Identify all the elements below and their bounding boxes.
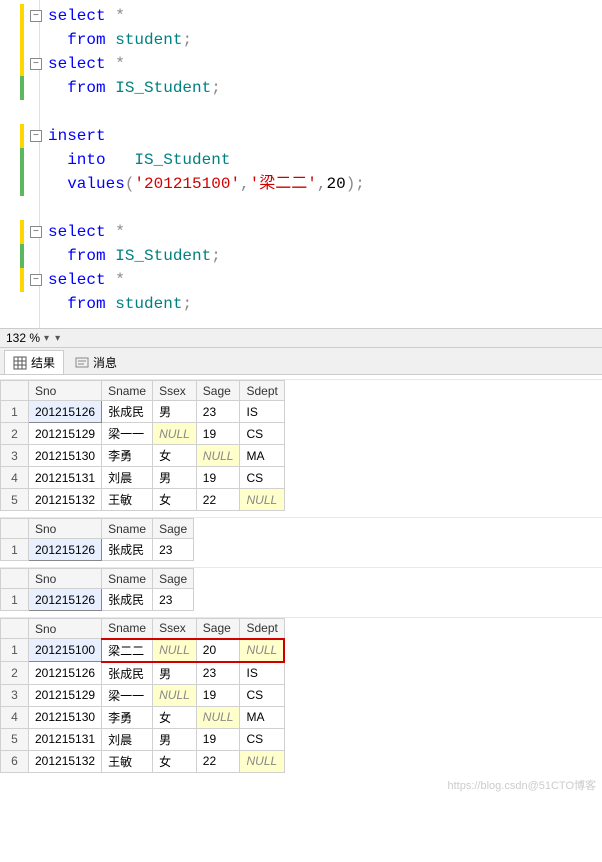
zoom-bar: 132 % ▾ ▾ [0, 328, 602, 348]
table-row[interactable]: 2201215126张成民男23IS [1, 662, 285, 685]
fold-icon[interactable]: − [30, 130, 42, 142]
message-icon [75, 356, 89, 370]
col-header[interactable]: Ssex [153, 619, 197, 639]
kw-insert: insert [48, 124, 106, 148]
table-row[interactable]: 4201215131刘晨男19CS [1, 467, 285, 489]
result-grid-4[interactable]: SnoSnameSsexSageSdept1201215100梁二二NULL20… [0, 617, 602, 773]
table-row[interactable]: 5201215131刘晨男19CS [1, 728, 285, 750]
table-row[interactable]: 1201215126张成民23 [1, 589, 194, 611]
grid-icon [13, 356, 27, 370]
col-header[interactable]: Sdept [240, 381, 284, 401]
col-header[interactable]: Sname [102, 519, 153, 539]
fold-icon[interactable]: − [30, 274, 42, 286]
table-row[interactable]: 6201215132王敏女22NULL [1, 750, 285, 772]
fold-icon[interactable]: − [30, 10, 42, 22]
col-header[interactable]: Sname [102, 619, 153, 639]
results-pane: SnoSnameSsexSageSdept1201215126张成民男23IS2… [0, 379, 602, 773]
zoom-level: 132 % [6, 331, 40, 345]
table-row[interactable]: 1201215126张成民男23IS [1, 401, 285, 423]
col-header[interactable]: Sno [29, 619, 102, 639]
col-header[interactable]: Sage [153, 519, 194, 539]
result-tabs: 结果 消息 [0, 348, 602, 375]
table-row[interactable]: 3201215129梁一一NULL19CS [1, 684, 285, 706]
col-header[interactable]: Sage [196, 381, 240, 401]
tab-results-label: 结果 [31, 354, 55, 371]
sql-editor[interactable]: −select * from student; −select * from I… [0, 0, 602, 328]
table-row[interactable]: 3201215130李勇女NULLMA [1, 445, 285, 467]
fold-icon[interactable]: − [30, 58, 42, 70]
col-header[interactable]: Sage [196, 619, 240, 639]
col-header[interactable]: Sno [29, 519, 102, 539]
table-row[interactable]: 5201215132王敏女22NULL [1, 489, 285, 511]
result-grid-1[interactable]: SnoSnameSsexSageSdept1201215126张成民男23IS2… [0, 379, 602, 511]
zoom-dropdown-icon[interactable]: ▾ [44, 333, 49, 344]
watermark-text: https://blog.csdn@51CTO博客 [447, 777, 596, 793]
col-header[interactable]: Sno [29, 569, 102, 589]
table-row[interactable]: 1201215100梁二二NULL20NULL [1, 639, 285, 662]
kw-select: select [48, 4, 106, 28]
fold-icon[interactable]: − [30, 226, 42, 238]
table-row[interactable]: 1201215126张成民23 [1, 539, 194, 561]
result-grid-3[interactable]: SnoSnameSage1201215126张成民23 [0, 567, 602, 611]
col-header[interactable]: Sname [102, 381, 153, 401]
col-header[interactable]: Sdept [240, 619, 284, 639]
dropdown-caret-icon[interactable]: ▾ [55, 333, 60, 344]
col-header[interactable]: Ssex [153, 381, 197, 401]
code-area[interactable]: −select * from student; −select * from I… [40, 0, 602, 320]
tab-messages[interactable]: 消息 [66, 350, 126, 374]
tab-messages-label: 消息 [93, 354, 117, 371]
tab-results[interactable]: 结果 [4, 350, 64, 374]
result-grid-2[interactable]: SnoSnameSage1201215126张成民23 [0, 517, 602, 561]
table-row[interactable]: 2201215129梁一一NULL19CS [1, 423, 285, 445]
col-header[interactable]: Sno [29, 381, 102, 401]
col-header[interactable]: Sname [102, 569, 153, 589]
col-header[interactable]: Sage [153, 569, 194, 589]
table-row[interactable]: 4201215130李勇女NULLMA [1, 706, 285, 728]
